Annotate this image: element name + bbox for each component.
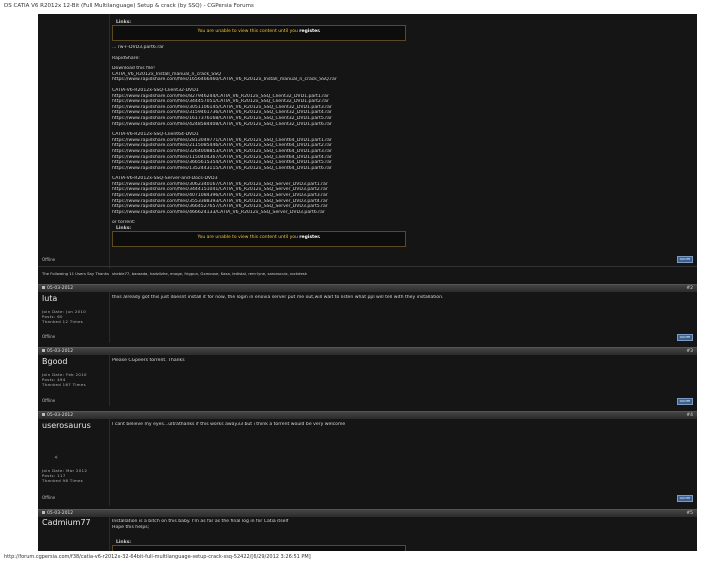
register-link[interactable]: register. xyxy=(299,235,320,240)
post-number[interactable]: #5 xyxy=(686,511,693,516)
column-divider xyxy=(109,517,110,551)
quote-button[interactable]: QUOTE xyxy=(677,398,693,405)
offline-status: Offline xyxy=(42,257,56,262)
post-text: thxs already got this just doesnt instal… xyxy=(112,295,444,300)
username[interactable]: userosaurus xyxy=(42,421,91,430)
avatar: ✧ xyxy=(54,455,59,461)
register-message: You are unable to view this content unti… xyxy=(113,235,405,240)
post-number[interactable]: #2 xyxy=(686,286,693,291)
username[interactable]: luta xyxy=(42,294,57,303)
register-link[interactable]: register. xyxy=(299,29,320,34)
post-date: 05-03-2012 xyxy=(42,413,73,418)
username[interactable]: Cadmium77 xyxy=(42,518,91,527)
divider xyxy=(38,266,697,267)
thanks-users[interactable]: shebie77, baroada, hadzilzhe, enoge, fri… xyxy=(112,271,307,276)
post-header: 05-03-2012 #4 xyxy=(38,411,697,419)
user-meta: Join Date: Mar 2012 Posts: 117 Thanked 98 … xyxy=(42,468,88,483)
quote-button[interactable]: QUOTE xyxy=(677,495,693,502)
links-box: Links: xyxy=(112,540,406,551)
post-number[interactable]: #4 xyxy=(686,413,693,418)
username[interactable]: Bgood xyxy=(42,357,67,366)
post-date: 05-03-2012 xyxy=(42,511,73,516)
column-divider xyxy=(109,292,110,343)
column-divider xyxy=(109,355,110,406)
post-text: Hope this helps; xyxy=(112,524,150,530)
links-label: Links: xyxy=(116,20,132,25)
post-date: 05-03-2012 xyxy=(42,349,73,354)
column-divider xyxy=(109,419,110,506)
links-label: Links: xyxy=(116,540,132,545)
offline-status: Offline xyxy=(42,398,56,403)
post-header: 05-03-2012 #3 xyxy=(38,347,697,355)
register-message-text: You are unable to view this content unti… xyxy=(197,29,298,34)
quote-button[interactable]: QUOTE xyxy=(677,256,693,263)
links-box: Links: You are unable to view this conte… xyxy=(112,20,406,41)
offline-status: Offline xyxy=(42,334,56,339)
post-number[interactable]: #3 xyxy=(686,349,693,354)
post-body: Installation is a bitch on this baby. I'… xyxy=(112,519,692,530)
thanks-label: The Following 11 Users Say Thanks xyxy=(42,271,109,276)
post-body: thxs already got this just doesnt instal… xyxy=(112,295,692,301)
column-divider xyxy=(109,14,110,269)
post-text: Please CGpeers torrent. Thanks xyxy=(112,358,185,363)
post-text: I cant believe my eyes...ultrathanks if … xyxy=(112,422,346,427)
torrent-label: or torrent: xyxy=(112,220,136,226)
links-label: Links: xyxy=(116,226,132,231)
post-header: 05-03-2012 #5 xyxy=(38,509,697,517)
register-message-text: You are unable to view this content unti… xyxy=(197,235,298,240)
post-body: ... rw+-DVD3.part6.rar RapidShare: Downl… xyxy=(112,45,692,226)
document-title: DS CATIA V6 R2012x 12-Bit (Full Multilan… xyxy=(4,3,254,9)
post-body: I cant believe my eyes...ultrathanks if … xyxy=(112,422,692,428)
footer-url: http://forum.cgpersia.com/f38/catia-v6-r… xyxy=(4,554,311,560)
post-header: 05-03-2012 #2 xyxy=(38,284,697,292)
user-meta: Join Date: Feb 2010 Posts: 494 Thanked 167… xyxy=(42,372,87,387)
post-body: Please CGpeers torrent. Thanks xyxy=(112,358,692,364)
user-meta: Join Date: Jun 2010 Posts: 60 Thanked 12 T… xyxy=(42,309,87,324)
post-date: 05-03-2012 xyxy=(42,286,73,291)
links-box: Links: You are unable to view this conte… xyxy=(112,226,406,247)
quote-button[interactable]: QUOTE xyxy=(677,334,693,341)
register-message: You are unable to view this content unti… xyxy=(113,29,405,34)
offline-status: Offline xyxy=(42,495,56,500)
forum-thread: Links: You are unable to view this conte… xyxy=(38,14,697,551)
